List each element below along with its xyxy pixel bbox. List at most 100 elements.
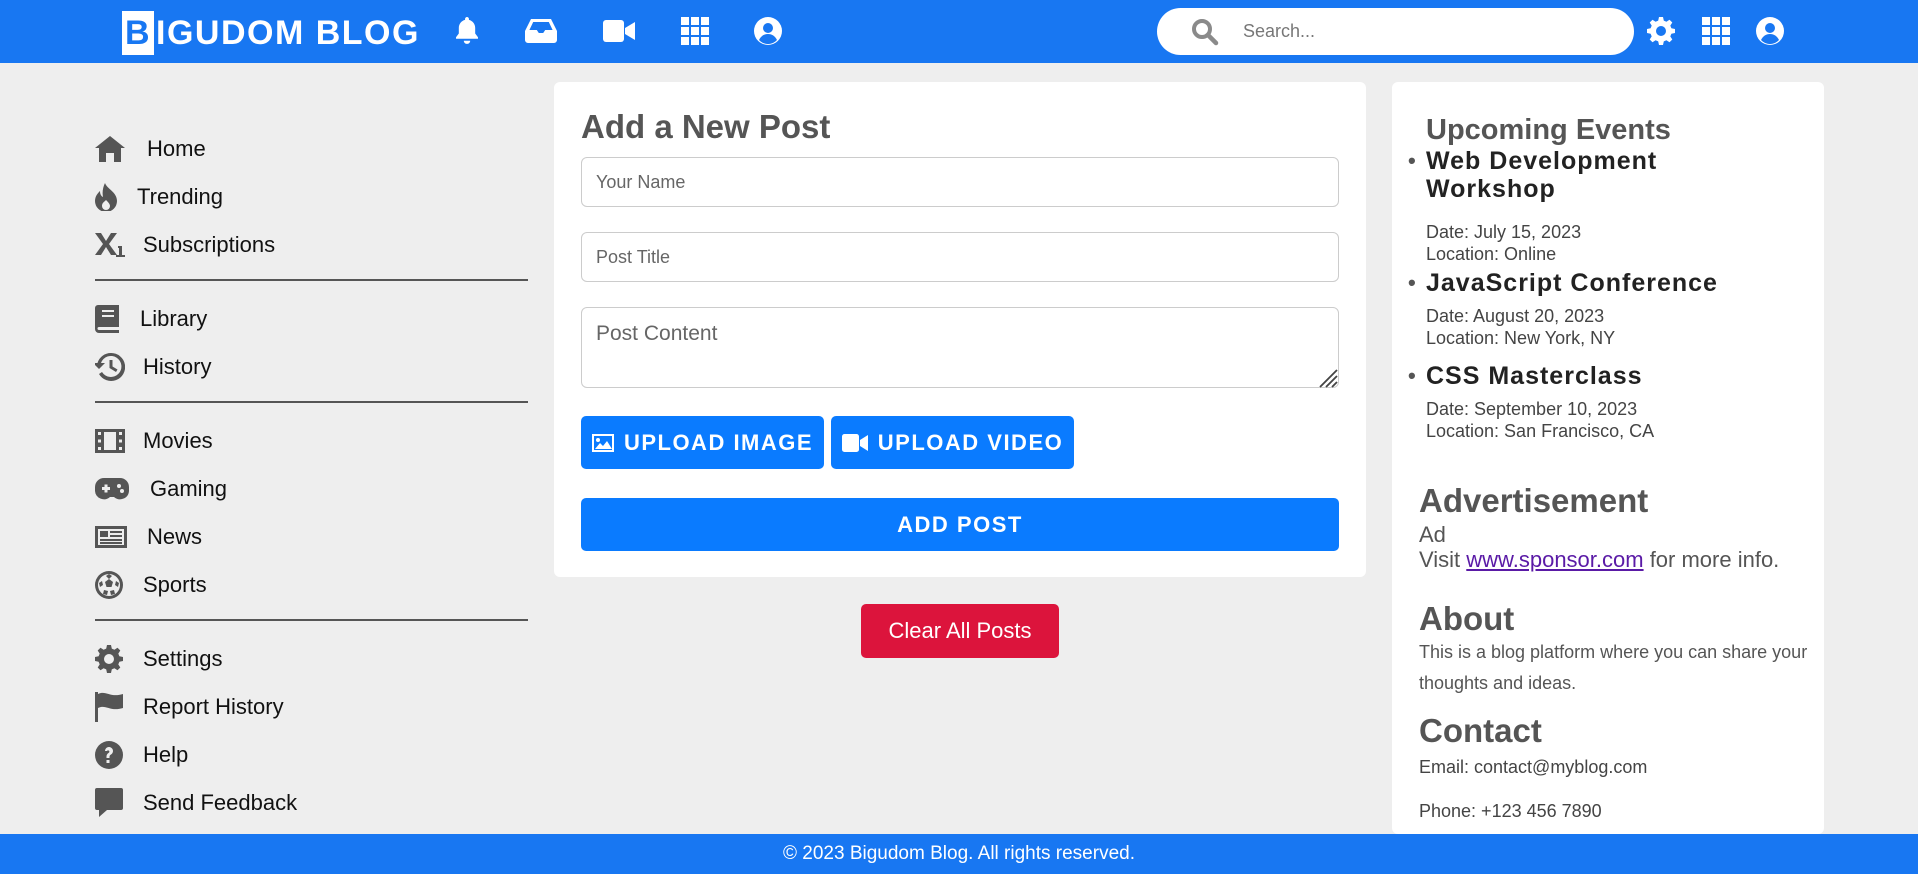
sidebar-item-label: Trending — [137, 184, 224, 209]
logo-letter: B — [122, 11, 154, 55]
search-icon[interactable] — [1191, 18, 1219, 46]
event-date: Date: July 15, 2023 — [1426, 222, 1582, 242]
contact-email: Email: contact@myblog.com — [1419, 757, 1648, 777]
sidebar-item-settings[interactable]: Settings — [95, 635, 528, 683]
upload-video-button[interactable]: UPLOAD VIDEO — [831, 416, 1074, 469]
image-icon — [591, 433, 614, 452]
event-item: JavaScript Conference Date: August 20, 2… — [1408, 269, 1786, 349]
sidebar-item-library[interactable]: Library — [95, 295, 528, 343]
user-circle-icon[interactable] — [1752, 13, 1788, 49]
sidebar-item-label: Help — [143, 742, 189, 767]
about-text: This is a blog platform where you can sh… — [1419, 642, 1808, 693]
sidebar-divider — [95, 279, 528, 281]
add-post-button[interactable]: ADD POST — [581, 498, 1339, 551]
sidebar-item-trending[interactable]: Trending — [95, 173, 528, 221]
user-circle-icon[interactable] — [750, 13, 786, 49]
sponsor-link[interactable]: www.sponsor.com — [1466, 547, 1643, 572]
clear-all-posts-button[interactable]: Clear All Posts — [861, 604, 1059, 658]
events-title: Upcoming Events — [1426, 114, 1671, 146]
soccer-ball-icon — [95, 570, 143, 600]
event-item: Web Development Workshop Date: July 15, … — [1408, 147, 1786, 265]
sidebar-item-history[interactable]: History — [95, 343, 528, 391]
question-circle-icon — [95, 740, 143, 770]
event-item: CSS Masterclass Date: September 10, 2023… — [1408, 362, 1786, 442]
video-camera-icon — [841, 433, 868, 452]
search-input[interactable] — [1243, 21, 1603, 42]
grid-icon[interactable] — [1698, 13, 1734, 49]
sidebar-item-label: Send Feedback — [143, 790, 298, 815]
site-logo[interactable]: B IGUDOM BLOG — [122, 10, 420, 56]
ad-visit-prefix: Visit — [1419, 547, 1467, 572]
footer: © 2023 Bigudom Blog. All rights reserved… — [0, 834, 1918, 874]
sidebar-item-label: News — [147, 524, 203, 549]
add-post-title: Add a New Post — [581, 108, 831, 145]
logo-text: IGUDOM BLOG — [156, 13, 420, 52]
newspaper-icon — [95, 522, 147, 552]
upload-image-button[interactable]: UPLOAD IMAGE — [581, 416, 824, 469]
gamepad-icon — [95, 474, 150, 504]
comment-icon — [95, 788, 143, 818]
sidebar-item-label: Report History — [143, 694, 284, 719]
history-icon — [95, 352, 143, 382]
sidebar-item-label: Gaming — [150, 476, 228, 501]
upload-image-label: UPLOAD IMAGE — [623, 429, 814, 455]
sidebar-item-movies[interactable]: Movies — [95, 417, 528, 465]
upload-video-label: UPLOAD VIDEO — [877, 429, 1064, 455]
resize-handle-icon[interactable] — [1316, 366, 1338, 388]
sidebar-item-sports[interactable]: Sports — [95, 561, 528, 609]
sidebar-item-label: Subscriptions — [143, 232, 276, 257]
sidebar: Home Trending Subscriptions Library Hist… — [95, 125, 528, 827]
event-name: CSS Masterclass — [1408, 362, 1786, 390]
sidebar-item-news[interactable]: News — [95, 513, 528, 561]
about-title: About — [1419, 600, 1515, 637]
flag-icon — [95, 692, 143, 722]
sidebar-item-label: Movies — [143, 428, 213, 453]
video-camera-icon[interactable] — [601, 13, 637, 49]
sidebar-item-subscriptions[interactable]: Subscriptions — [95, 221, 528, 269]
subscript-icon — [95, 230, 143, 260]
contact-title: Contact — [1419, 712, 1542, 749]
sidebar-item-label: Home — [147, 136, 206, 161]
sidebar-divider — [95, 619, 528, 621]
sidebar-divider — [95, 401, 528, 403]
event-date: Date: September 10, 2023 — [1426, 399, 1638, 419]
inbox-icon[interactable] — [523, 13, 559, 49]
fire-icon — [95, 182, 137, 212]
home-icon — [95, 134, 147, 164]
ad-text: Ad — [1419, 522, 1446, 547]
sidebar-item-label: Sports — [143, 572, 207, 597]
sidebar-item-gaming[interactable]: Gaming — [95, 465, 528, 513]
post-content-textarea[interactable] — [581, 307, 1339, 388]
name-input[interactable] — [581, 157, 1339, 207]
add-post-label: ADD POST — [897, 511, 1023, 537]
film-icon — [95, 426, 143, 456]
grid-icon[interactable] — [677, 13, 713, 49]
event-location: Location: San Francisco, CA — [1426, 421, 1655, 441]
gear-icon[interactable] — [1643, 13, 1679, 49]
top-navbar: B IGUDOM BLOG — [0, 0, 1918, 63]
sidebar-item-label: History — [143, 354, 212, 379]
book-icon — [95, 304, 140, 334]
contact-phone: Phone: +123 456 7890 — [1419, 801, 1602, 821]
ad-visit-suffix: for more info. — [1643, 547, 1780, 572]
add-post-card: Add a New Post UPLOAD IMAGE UPLOAD VIDEO… — [554, 82, 1366, 577]
footer-text: © 2023 Bigudom Blog. All rights reserved… — [783, 843, 1135, 864]
bell-icon[interactable] — [449, 13, 485, 49]
right-panel: Upcoming Events Web Development Workshop… — [1392, 82, 1824, 834]
sidebar-item-help[interactable]: Help — [95, 731, 528, 779]
advertisement-title: Advertisement — [1419, 482, 1649, 519]
event-location: Location: New York, NY — [1426, 328, 1616, 348]
sidebar-item-home[interactable]: Home — [95, 125, 528, 173]
event-date: Date: August 20, 2023 — [1426, 306, 1605, 326]
sidebar-item-report-history[interactable]: Report History — [95, 683, 528, 731]
post-title-input[interactable] — [581, 232, 1339, 282]
sidebar-item-label: Library — [140, 306, 208, 331]
sidebar-item-label: Settings — [143, 646, 223, 671]
ad-visit-line: Visit www.sponsor.com for more info. — [1419, 547, 1779, 573]
event-name: Web Development Workshop — [1408, 147, 1726, 203]
sidebar-item-send-feedback[interactable]: Send Feedback — [95, 779, 528, 827]
search-bar — [1157, 8, 1634, 55]
event-name: JavaScript Conference — [1408, 269, 1786, 297]
gear-icon — [95, 644, 143, 674]
event-location: Location: Online — [1426, 244, 1557, 264]
